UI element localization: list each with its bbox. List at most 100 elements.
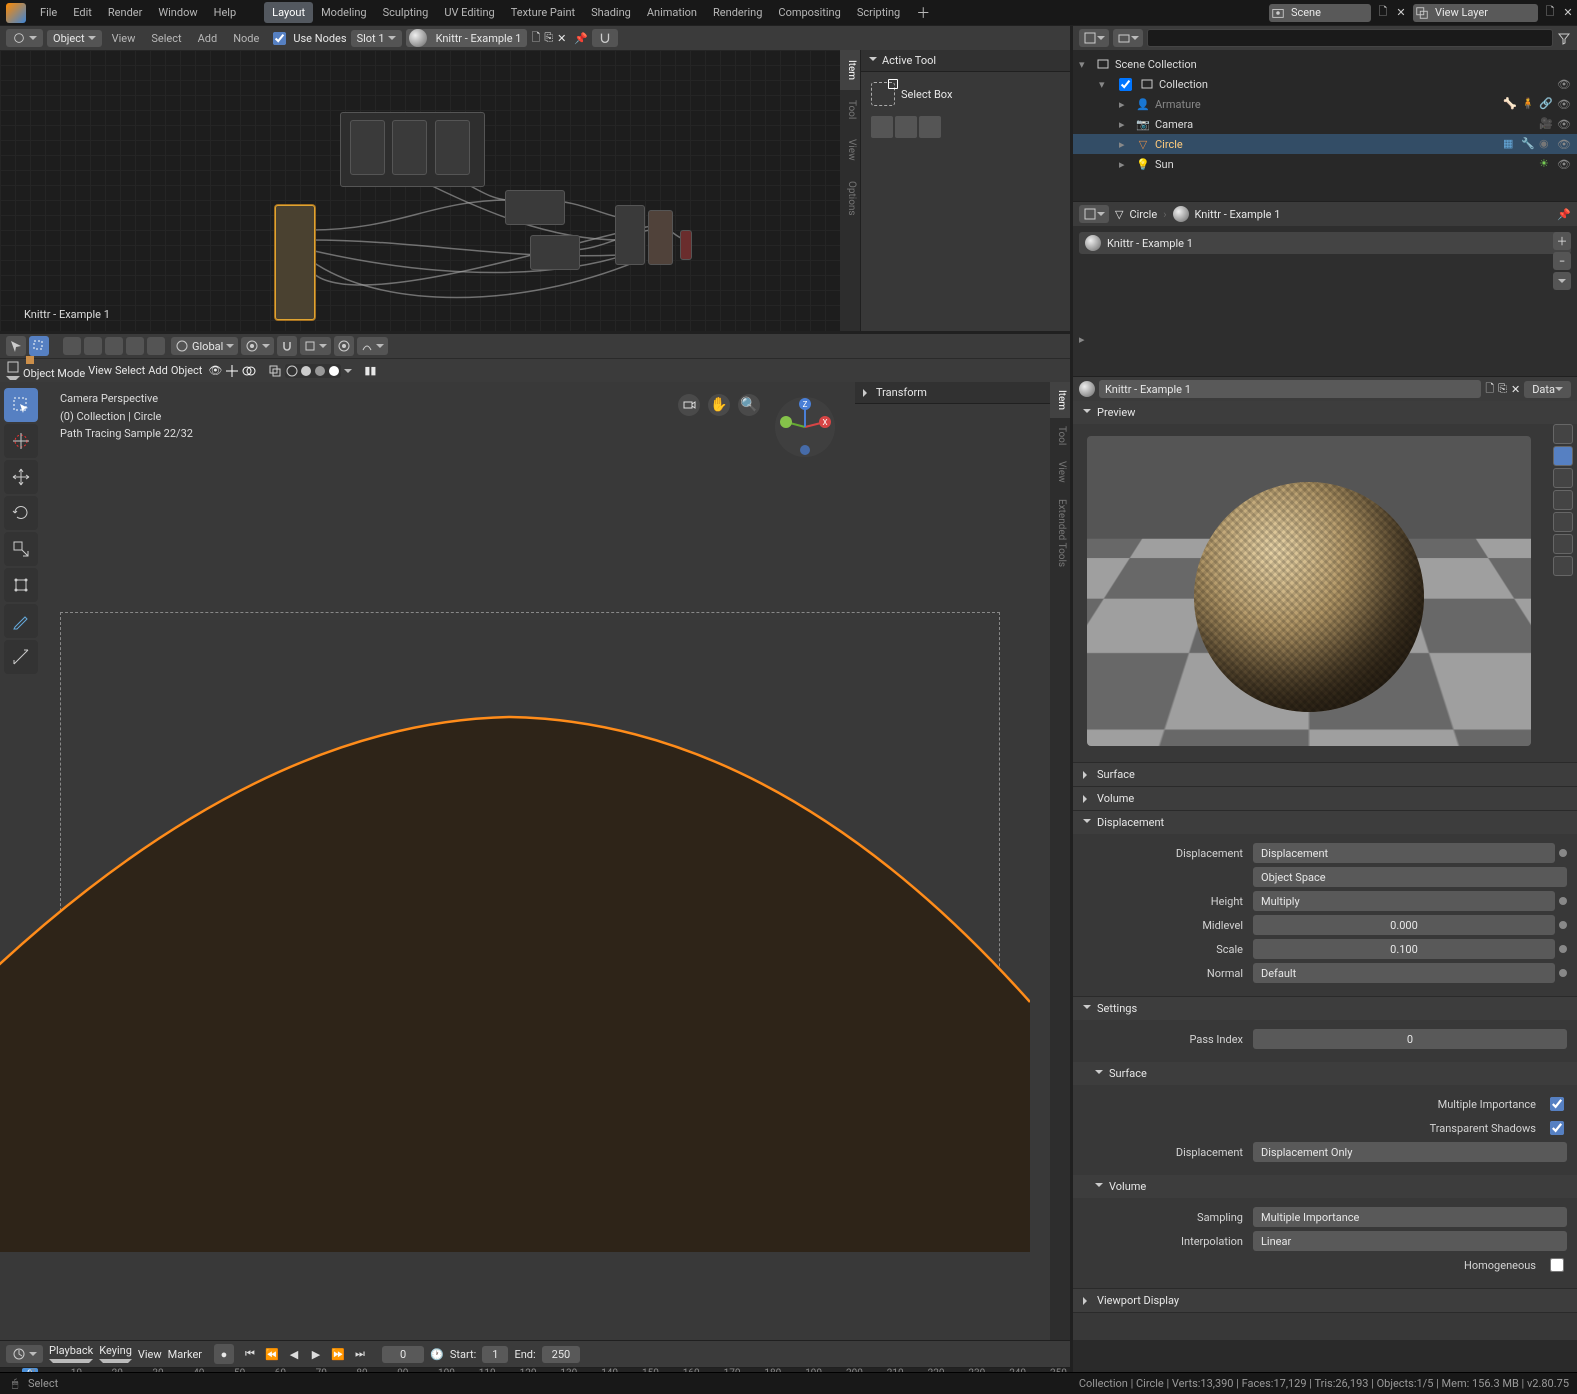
jump-start-icon[interactable]: ⏮ [240,1344,260,1364]
jump-end-icon[interactable]: ⏭ [350,1344,370,1364]
slot-specials-icon[interactable] [1553,272,1571,290]
sampling-selector[interactable]: Multiple Importance [1253,1207,1567,1227]
section-header-viewport-display[interactable]: Viewport Display [1073,1289,1577,1312]
workspace-tab-uv[interactable]: UV Editing [436,2,502,23]
socket-icon[interactable] [1559,945,1567,953]
active-tool-header[interactable]: Active Tool [861,50,1070,72]
pass-index-field[interactable]: 0 [1253,1029,1567,1049]
play-icon[interactable]: ▶ [306,1344,326,1364]
section-header-displacement[interactable]: Displacement [1073,811,1577,834]
shading-rendered[interactable] [327,364,341,378]
outliner-search[interactable] [1147,29,1553,47]
node-output[interactable] [680,230,692,260]
orientation-selector[interactable]: Global [171,337,238,355]
menu-render[interactable]: Render [100,2,150,23]
pin-icon[interactable]: 📌 [574,32,588,45]
tool-cursor[interactable] [4,424,38,458]
select-mode-subtract[interactable] [919,116,941,138]
proportional-toggle[interactable] [334,336,354,356]
displacement-node-link[interactable]: Displacement [1253,843,1555,863]
snap-toggle[interactable] [592,29,618,47]
slot-remove-icon[interactable]: − [1553,252,1571,270]
midlevel-field[interactable]: 0.000 [1253,915,1555,935]
section-header-surface[interactable]: Surface [1073,763,1577,786]
slot-add-icon[interactable]: ＋ [1553,232,1571,250]
node-menu-add[interactable]: Add [192,30,224,47]
material-icon[interactable]: ◉ [1539,137,1553,151]
menu-window[interactable]: Window [150,2,205,23]
pose-icon[interactable]: 🧍 [1521,97,1535,111]
use-nodes-checkbox[interactable]: Use Nodes [269,29,346,48]
viewlayer-delete-icon[interactable]: ✕ [1560,5,1576,21]
section-header-settings[interactable]: Settings [1073,997,1577,1020]
pivot-selector[interactable] [241,337,274,355]
socket-icon[interactable] [1559,849,1567,857]
collection-enable[interactable] [1119,78,1132,91]
select-mode-extend[interactable] [895,116,917,138]
menu-edit[interactable]: Edit [65,2,100,23]
subsection-volume[interactable]: Volume [1073,1175,1577,1198]
node[interactable] [350,120,385,175]
constraint-icon[interactable]: 🔗 [1539,97,1553,111]
shader-type-selector[interactable]: Object [47,30,102,47]
node-menu-select[interactable]: Select [145,30,187,47]
node-menu-node[interactable]: Node [227,30,265,47]
interpolation-selector[interactable]: Linear [1253,1231,1567,1251]
xray-toggle[interactable] [268,364,282,378]
material-datablock[interactable]: Knittr - Example 1 [1099,380,1481,398]
snap-toggle[interactable] [277,336,297,356]
timeline-menu-view[interactable]: View [138,1348,162,1361]
section-header-volume[interactable]: Volume [1073,787,1577,810]
visibility-icon[interactable]: 👁 [1557,118,1571,131]
node[interactable] [648,210,673,265]
select-mode-set[interactable] [871,116,893,138]
mesh-data-icon[interactable]: ▦ [1503,137,1517,151]
socket-icon[interactable] [1559,921,1567,929]
workspace-tab-animation[interactable]: Animation [639,2,705,23]
overlays-toggle[interactable] [242,364,256,378]
viewlayer-new-icon[interactable]: 🗋 [1542,5,1558,21]
material-unlink-icon[interactable]: ✕ [557,32,566,45]
tab-item[interactable]: Item [840,50,860,90]
preview-cube[interactable] [1553,468,1573,488]
normal-selector[interactable]: Default [1253,963,1555,983]
material-slot[interactable]: Knittr - Example 1 [1079,232,1571,254]
select-mode-2[interactable] [84,337,102,355]
pin-icon[interactable]: 📌 [1557,208,1571,221]
current-frame-field[interactable]: 0 [382,1346,424,1363]
camera-data-icon[interactable]: 🎥 [1539,117,1553,131]
subsection-surface[interactable]: Surface [1073,1062,1577,1085]
height-link[interactable]: Multiply [1253,891,1555,911]
preview-cloth[interactable] [1553,534,1573,554]
transparent-shadows-checkbox[interactable] [1550,1121,1564,1135]
tool-scale[interactable] [4,532,38,566]
material-new-icon[interactable]: 🗋 [1485,380,1494,399]
preview-shaderball[interactable] [1553,512,1573,532]
snap-type[interactable] [300,337,331,355]
vp-menu-add[interactable]: Add [148,364,168,377]
node[interactable] [505,190,565,225]
multiple-importance-checkbox[interactable] [1550,1097,1564,1111]
expand-icon[interactable]: ▸ [1079,333,1085,346]
section-header-preview[interactable]: Preview [1073,401,1577,424]
tool-select-box[interactable] [4,388,38,422]
preview-sphere[interactable] [1553,446,1573,466]
light-data-icon[interactable]: ☀ [1539,157,1553,171]
node[interactable] [435,120,470,175]
tab-extended[interactable]: Extended Tools [1050,491,1070,575]
transform-panel-header[interactable]: Transform [855,382,1050,404]
shading-wireframe[interactable] [285,364,299,378]
visibility-icon[interactable]: 👁 [1557,78,1571,91]
material-link-selector[interactable]: Data [1524,381,1571,398]
tab-view[interactable]: View [840,129,860,171]
navigation-gizmo[interactable]: X Z [770,392,840,462]
visibility-icon[interactable]: 👁 [1557,98,1571,111]
node-canvas[interactable]: Knittr - Example 1 Item Tool View Option… [0,50,1070,331]
workspace-tab-compositing[interactable]: Compositing [770,2,848,23]
tree-row-circle[interactable]: ▸ ▽ Circle ▦ 🔧 ◉ 👁 [1073,134,1577,154]
timeline-menu-playback[interactable]: Playback [49,1344,93,1365]
slot-selector[interactable]: Slot 1 [351,30,402,47]
scene-selector[interactable]: Scene [1269,4,1371,22]
tree-row-camera[interactable]: ▸ 📷 Camera 🎥 👁 [1073,114,1577,134]
gizmo-toggle[interactable] [225,364,239,378]
